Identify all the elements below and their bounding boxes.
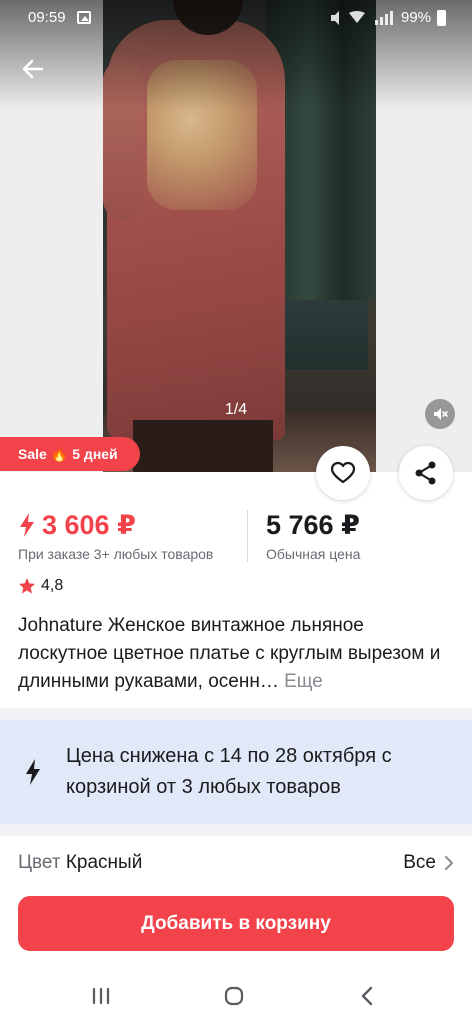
discount-price-block: 3 606 ₽ При заказе 3+ любых товаров	[18, 508, 246, 563]
promo-banner[interactable]: Цена снижена с 14 по 28 октября с корзин…	[0, 720, 472, 824]
color-value: Красный	[65, 852, 143, 873]
color-selector[interactable]: Цвет Красный Все	[18, 852, 454, 880]
discount-price: 3 606 ₽	[18, 508, 246, 542]
add-to-cart-button[interactable]: Добавить в корзину	[18, 896, 454, 951]
sale-badge: Sale 🔥 5 дней	[0, 437, 140, 471]
home-icon	[224, 986, 244, 1006]
regular-price-block: 5 766 ₽ Обычная цена	[266, 508, 360, 562]
recent-apps-icon	[92, 987, 110, 1005]
lightning-icon	[0, 758, 66, 786]
all-colors-link[interactable]: Все	[403, 852, 454, 874]
discount-price-note: При заказе 3+ любых товаров	[18, 546, 214, 562]
heart-icon	[330, 461, 356, 484]
image-counter: 1/4	[224, 401, 248, 418]
nav-back-button[interactable]	[352, 982, 382, 1010]
color-label: Цвет	[18, 852, 61, 873]
share-button[interactable]	[399, 446, 453, 500]
recent-apps-button[interactable]	[86, 982, 116, 1010]
product-title[interactable]: Johnature Женское винтажное льняное лоск…	[18, 612, 454, 696]
status-bar: 09:59 99%	[0, 0, 472, 36]
star-icon	[19, 578, 35, 594]
home-button[interactable]	[219, 982, 249, 1010]
battery-percent: 99%	[401, 9, 432, 26]
regular-price-value: 5 766 ₽	[266, 510, 360, 540]
fire-icon: 🔥	[50, 445, 69, 462]
sale-badge-prefix: Sale	[18, 446, 47, 462]
product-title-text: Johnature Женское винтажное льняное лоск…	[18, 615, 441, 692]
chevron-right-icon	[445, 856, 453, 870]
status-time: 09:59	[28, 9, 66, 26]
promo-text: Цена снижена с 14 по 28 октября с корзин…	[66, 745, 392, 798]
sale-badge-days: 5 дней	[72, 446, 118, 462]
discount-price-value: 3 606 ₽	[42, 509, 136, 540]
section-divider	[0, 708, 472, 720]
arrow-left-icon	[22, 59, 44, 79]
product-rating[interactable]: 4,8	[18, 577, 63, 595]
rating-value: 4,8	[41, 577, 64, 594]
gallery-icon	[77, 11, 91, 24]
lightning-icon	[20, 513, 34, 537]
all-colors-label: Все	[403, 852, 436, 873]
share-icon	[415, 461, 436, 485]
price-divider	[247, 510, 248, 562]
photo-dress	[133, 420, 273, 472]
favorite-button[interactable]	[316, 446, 370, 500]
battery-icon	[437, 10, 446, 26]
product-image-gallery[interactable]: 09:59 99% 1/4 Sale 🔥 5 дней	[0, 0, 472, 472]
system-navigation-bar	[0, 968, 472, 1024]
signal-icon	[331, 11, 393, 25]
mute-button[interactable]	[425, 399, 455, 429]
section-divider	[0, 824, 472, 836]
back-button[interactable]	[18, 54, 48, 84]
show-more-link[interactable]: Еще	[284, 671, 323, 692]
speaker-muted-icon	[434, 408, 448, 420]
chevron-left-icon	[361, 986, 373, 1006]
regular-price-note: Обычная цена	[266, 546, 361, 562]
